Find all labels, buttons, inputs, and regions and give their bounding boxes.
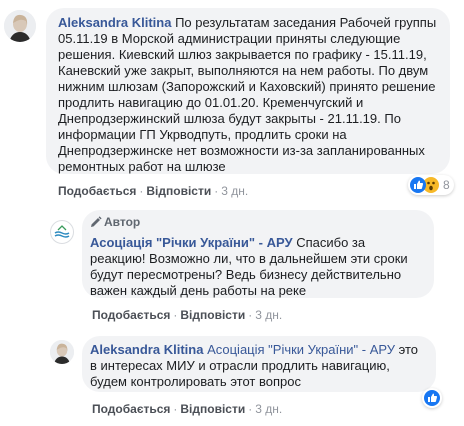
- pencil-icon: [90, 216, 102, 231]
- avatar[interactable]: [4, 10, 36, 42]
- comment-2: Автор Асоціація "Річки України" - АРУ Сп…: [0, 200, 464, 330]
- like-button[interactable]: Подобається: [92, 308, 170, 322]
- author-badge-label: Автор: [104, 215, 141, 229]
- separator-dot: ·: [173, 402, 178, 416]
- separator-dot: ·: [214, 184, 219, 198]
- separator-dot: ·: [173, 308, 178, 322]
- reactions-count: 8: [443, 178, 450, 192]
- comment-timestamp[interactable]: 3 дн.: [255, 402, 282, 416]
- comment-actions: Подобається · Відповісти · 3 дн.: [92, 308, 282, 322]
- separator-dot: ·: [139, 184, 144, 198]
- user-photo-icon: [50, 340, 74, 364]
- like-button[interactable]: Подобається: [58, 184, 136, 198]
- reactions-summary[interactable]: [422, 388, 442, 408]
- reply-button[interactable]: Відповісти: [180, 308, 245, 322]
- author-badge: Автор: [90, 215, 424, 231]
- comment-timestamp[interactable]: 3 дн.: [221, 184, 248, 198]
- avatar[interactable]: [50, 340, 74, 364]
- comment-bubble: Aleksandra Klitina По результатам заседа…: [46, 8, 450, 174]
- like-reaction-icon: [424, 390, 440, 406]
- comment-bubble: Aleksandra Klitina Асоціація "Річки Укра…: [82, 336, 436, 392]
- comment-text: По результатам заседания Рабочей группы …: [58, 15, 437, 174]
- separator-dot: ·: [248, 308, 253, 322]
- page-avatar[interactable]: [50, 220, 74, 244]
- mention-link[interactable]: Асоціація "Річки України" - АРУ: [207, 342, 395, 357]
- comment-timestamp[interactable]: 3 дн.: [255, 308, 282, 322]
- reply-button[interactable]: Відповісти: [146, 184, 211, 198]
- comment-bubble: Автор Асоціація "Річки України" - АРУ Сп…: [82, 210, 434, 298]
- comment-author[interactable]: Aleksandra Klitina: [58, 15, 171, 30]
- comment-actions: Подобається · Відповісти · 3 дн.: [58, 184, 248, 198]
- comment-3: Aleksandra Klitina Асоціація "Річки Укра…: [0, 330, 464, 426]
- comment-1: Aleksandra Klitina По результатам заседа…: [0, 0, 464, 200]
- user-photo-icon: [4, 10, 36, 42]
- reactions-summary[interactable]: 8: [408, 175, 454, 195]
- like-reaction-icon: [410, 177, 426, 193]
- rivers-logo-icon: [52, 222, 72, 242]
- separator-dot: ·: [248, 402, 253, 416]
- comment-actions: Подобається · Відповісти · 3 дн.: [92, 402, 282, 416]
- like-button[interactable]: Подобається: [92, 402, 170, 416]
- reply-button[interactable]: Відповісти: [180, 402, 245, 416]
- comment-author[interactable]: Aleksandra Klitina: [90, 342, 203, 357]
- comment-author[interactable]: Асоціація "Річки України" - АРУ: [90, 235, 293, 250]
